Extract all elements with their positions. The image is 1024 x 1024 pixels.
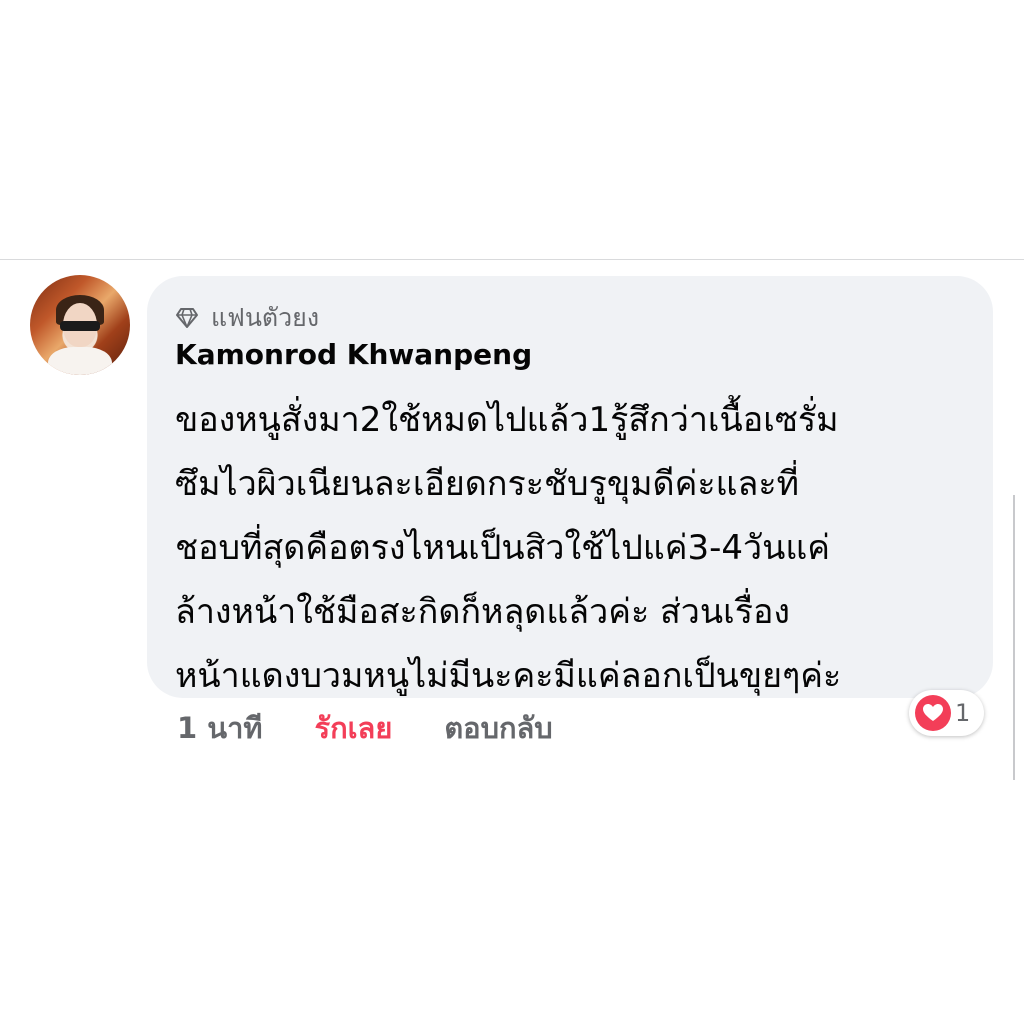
comment-text: ของหนูสั่งมา2ใช้หมดไปแล้ว1รู้สึกว่าเนื้อ… [175,388,975,708]
comment-line: ของหนูสั่งมา2ใช้หมดไปแล้ว1รู้สึกว่าเนื้อ… [175,400,839,440]
timestamp[interactable]: 1 นาที [177,705,263,751]
comment-actions: 1 นาที รักเลย ตอบกลับ [177,705,553,751]
comment-line: ล้างหน้าใช้มือสะกิดก็หลุดแล้วค่ะ ส่วนเรื… [175,592,791,632]
divider [0,259,1024,260]
avatar[interactable] [30,275,130,375]
reaction-count-badge[interactable]: 1 [909,690,985,736]
reaction-count: 1 [955,699,971,727]
comment-line: ชอบที่สุดคือตรงไหนเป็นสิวใช้ไปแค่3-4วันแ… [175,528,831,568]
comment-bubble: แฟนตัวยง Kamonrod Khwanpeng ของหนูสั่งมา… [147,276,993,698]
screenshot-frame: แฟนตัวยง Kamonrod Khwanpeng ของหนูสั่งมา… [0,0,1024,1024]
fan-badge[interactable]: แฟนตัวยง [175,298,319,338]
badge-label: แฟนตัวยง [211,303,320,332]
love-button[interactable]: รักเลย [315,705,393,751]
author-name[interactable]: Kamonrod Khwanpeng [175,338,532,371]
comment-line: ซึมไวผิวเนียนละเอียดกระชับรูขุมดีค่ะและท… [175,464,800,504]
diamond-icon [175,307,199,329]
reply-button[interactable]: ตอบกลับ [444,705,552,751]
edge-divider [1013,495,1015,780]
heart-icon [915,695,951,731]
comment-line: หน้าแดงบวมหนูไม่มีนะคะมีแค่ลอกเป็นขุยๆค่… [175,656,842,696]
